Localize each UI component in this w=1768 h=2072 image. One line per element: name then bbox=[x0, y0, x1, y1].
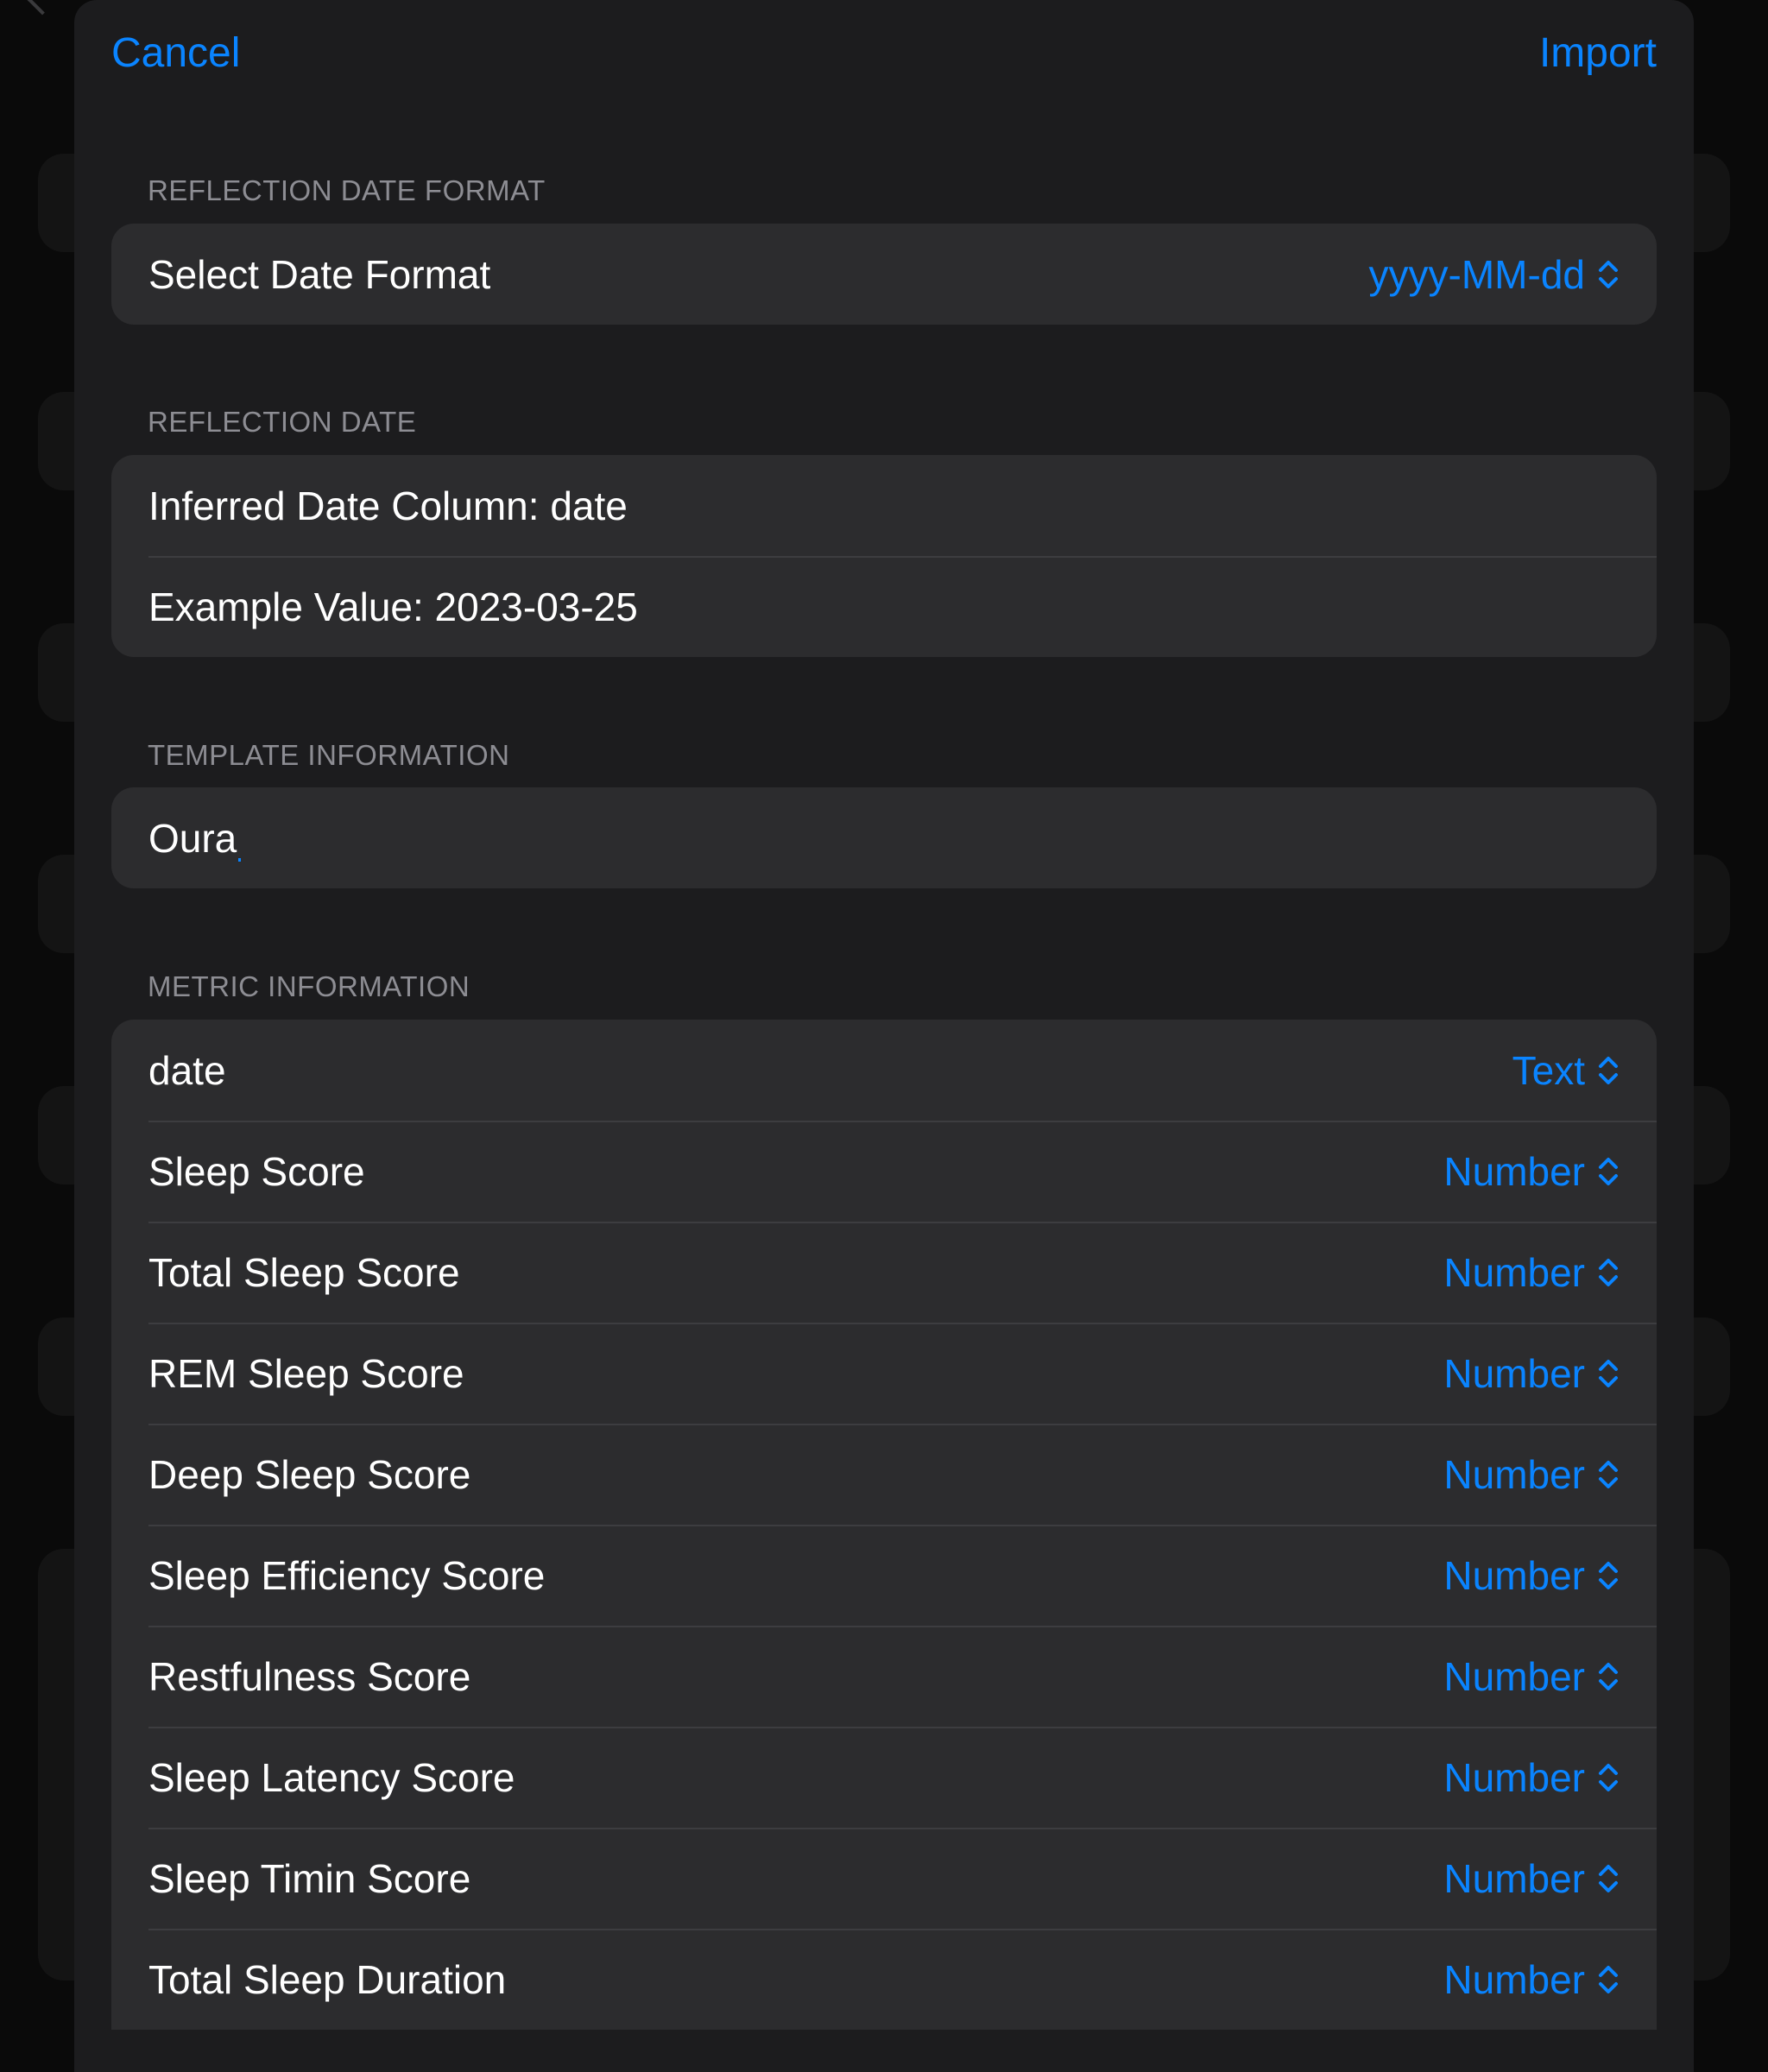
chevron-up-down-icon bbox=[1597, 1861, 1620, 1896]
metric-type-value: Number bbox=[1443, 1653, 1585, 1699]
metric-type-picker[interactable]: Number bbox=[1443, 1956, 1620, 2003]
chevron-left-icon bbox=[26, 0, 59, 16]
metric-type-picker[interactable]: Text bbox=[1512, 1047, 1620, 1094]
metric-name: Sleep Score bbox=[148, 1148, 365, 1194]
template-name-value: Oura bbox=[148, 815, 237, 861]
metric-name: date bbox=[148, 1047, 226, 1093]
metric-type-value: Number bbox=[1443, 1956, 1585, 2002]
example-value-row: Example Value: 2023-03-25 bbox=[111, 556, 1657, 657]
example-value-text: Example Value: 2023-03-25 bbox=[148, 584, 638, 629]
metric-type-picker[interactable]: Number bbox=[1443, 1754, 1620, 1801]
template-name-row[interactable]: Oura bbox=[111, 787, 1657, 888]
metric-row[interactable]: REM Sleep Score Number bbox=[111, 1323, 1657, 1424]
metric-type-picker[interactable]: Number bbox=[1443, 1350, 1620, 1397]
metric-row[interactable]: Total Sleep Duration Number bbox=[111, 1929, 1657, 2030]
chevron-up-down-icon bbox=[1597, 257, 1620, 292]
section-header-reflection-date: REFLECTION DATE bbox=[148, 406, 417, 438]
date-format-group: Select Date Format yyyy-MM-dd bbox=[111, 224, 1657, 325]
metric-name: REM Sleep Score bbox=[148, 1350, 464, 1396]
metric-name: Total Sleep Duration bbox=[148, 1956, 507, 2002]
metric-type-value: Number bbox=[1443, 1249, 1585, 1295]
chevron-up-down-icon bbox=[1597, 1659, 1620, 1694]
metric-row[interactable]: Restfulness Score Number bbox=[111, 1626, 1657, 1727]
chevron-up-down-icon bbox=[1597, 1457, 1620, 1492]
chevron-up-down-icon bbox=[1597, 1356, 1620, 1391]
import-sheet: Cancel Import REFLECTION DATE FORMAT Sel… bbox=[74, 0, 1694, 2072]
metric-name: Restfulness Score bbox=[148, 1653, 471, 1699]
inferred-date-column-text: Inferred Date Column: date bbox=[148, 483, 628, 528]
chevron-up-down-icon bbox=[1597, 1962, 1620, 1997]
metric-type-picker[interactable]: Number bbox=[1443, 1552, 1620, 1599]
metric-type-value: Number bbox=[1443, 1350, 1585, 1396]
metric-type-picker[interactable]: Number bbox=[1443, 1148, 1620, 1195]
section-header-template: TEMPLATE INFORMATION bbox=[148, 739, 510, 771]
metric-type-value: Number bbox=[1443, 1451, 1585, 1497]
metric-type-value: Text bbox=[1512, 1047, 1585, 1093]
template-group: Oura bbox=[111, 787, 1657, 888]
chevron-up-down-icon bbox=[1597, 1760, 1620, 1795]
metric-row[interactable]: date Text bbox=[111, 1020, 1657, 1121]
metric-row[interactable]: Sleep Latency Score Number bbox=[111, 1727, 1657, 1828]
date-format-label: Select Date Format bbox=[148, 251, 491, 297]
metric-name: Sleep Latency Score bbox=[148, 1754, 515, 1800]
metric-name: Deep Sleep Score bbox=[148, 1451, 471, 1497]
cancel-button[interactable]: Cancel bbox=[111, 26, 240, 81]
date-format-value: yyyy-MM-dd bbox=[1368, 251, 1585, 297]
inferred-date-column-row: Inferred Date Column: date bbox=[111, 455, 1657, 556]
reflection-date-group: Inferred Date Column: date Example Value… bbox=[111, 455, 1657, 657]
metric-type-picker[interactable]: Number bbox=[1443, 1653, 1620, 1700]
metric-row[interactable]: Total Sleep Score Number bbox=[111, 1222, 1657, 1323]
metric-row[interactable]: Deep Sleep Score Number bbox=[111, 1424, 1657, 1525]
template-name-field[interactable]: Oura bbox=[148, 815, 242, 862]
date-format-row[interactable]: Select Date Format yyyy-MM-dd bbox=[111, 224, 1657, 325]
metric-row[interactable]: Sleep Score Number bbox=[111, 1121, 1657, 1222]
section-header-date-format: REFLECTION DATE FORMAT bbox=[148, 174, 546, 206]
metric-name: Sleep Efficiency Score bbox=[148, 1552, 546, 1598]
metric-type-picker[interactable]: Number bbox=[1443, 1855, 1620, 1902]
metric-name: Total Sleep Score bbox=[148, 1249, 460, 1295]
import-button[interactable]: Import bbox=[1539, 26, 1657, 81]
text-cursor bbox=[238, 857, 242, 862]
metric-type-value: Number bbox=[1443, 1552, 1585, 1598]
metric-type-value: Number bbox=[1443, 1148, 1585, 1194]
chevron-up-down-icon bbox=[1597, 1053, 1620, 1088]
chevron-up-down-icon bbox=[1597, 1558, 1620, 1593]
metric-type-picker[interactable]: Number bbox=[1443, 1249, 1620, 1296]
metric-name: Sleep Timin Score bbox=[148, 1855, 471, 1901]
metric-type-picker[interactable]: Number bbox=[1443, 1451, 1620, 1498]
section-header-metrics: METRIC INFORMATION bbox=[148, 970, 470, 1002]
metric-group: date Text Sleep Score Number Total Sleep… bbox=[111, 1020, 1657, 2030]
chevron-up-down-icon bbox=[1597, 1154, 1620, 1189]
metric-type-value: Number bbox=[1443, 1855, 1585, 1901]
date-format-picker[interactable]: yyyy-MM-dd bbox=[1369, 251, 1620, 298]
chevron-up-down-icon bbox=[1597, 1255, 1620, 1290]
metric-type-value: Number bbox=[1443, 1754, 1585, 1800]
metric-row[interactable]: Sleep Efficiency Score Number bbox=[111, 1525, 1657, 1626]
metric-row[interactable]: Sleep Timin Score Number bbox=[111, 1828, 1657, 1929]
